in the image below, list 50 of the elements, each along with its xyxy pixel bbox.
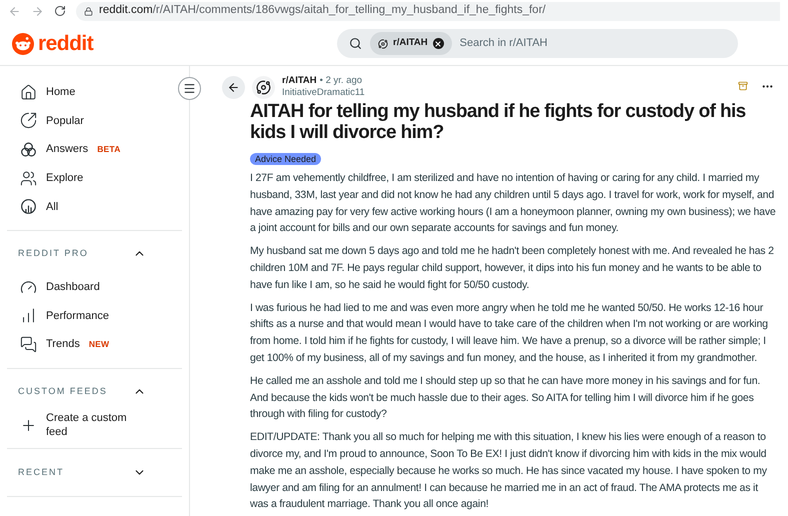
badge-label: NEW xyxy=(88,338,110,351)
search-icon xyxy=(349,37,362,50)
bar-chart-icon xyxy=(20,307,37,324)
chat-icon xyxy=(20,336,37,353)
post-paragraph: I 27F am vehemently childfree, I am sterilized and have no intention of having or caring for any child. I married my husband, 33M, last year and did not know he had any children until 5 days ago. I travel for work, work for myself, and have amazing pay for very few active working hours (I am a honeymoon planner, owning my own business); we have a joint account for bills and our own separate accounts for savings and fun money. xyxy=(250,171,776,236)
post-paragraph: He called me an asshole and told me I should step up so that he can have more money in his savings and for fun. And because the kids won't be much hassle due to their ages. So AITA for telling him I will divorce him if he goes through with filing for custody? xyxy=(250,374,762,422)
gauge-icon xyxy=(20,278,37,296)
sidebar-item[interactable]: Popular xyxy=(46,114,84,128)
post-paragraph: My husband sat me down 5 days ago and told me he hadn't been completely honest with me. And revealed he has 2 children 10M and 7F. He pays regular child support, however, it dips into his fun money and he wants to be able to have fun like I am, so he said he would fight for 50/50 custody. xyxy=(250,244,775,293)
circles-icon xyxy=(20,140,37,158)
people-icon xyxy=(20,170,37,187)
section-header[interactable]: CUSTOM FEEDS xyxy=(18,385,108,398)
menu-button[interactable] xyxy=(178,77,201,100)
remove-icon[interactable] xyxy=(432,38,444,49)
bar-chart-circle-icon xyxy=(20,198,37,216)
chip-label: r/AITAH xyxy=(393,36,428,50)
url-bar[interactable]: reddit.com/r/AITAH/comments/186vwgs/aitah_for_telling_my_husband_if_he_fights_for/ xyxy=(76,2,780,20)
sidebar-item[interactable]: Trends xyxy=(46,337,80,352)
sidebar-item[interactable]: All xyxy=(46,200,58,214)
back-arrow-icon xyxy=(227,81,240,94)
sidebar-item[interactable]: Dashboard xyxy=(46,280,100,294)
badge-label: BETA xyxy=(97,143,121,156)
post-paragraph: I was furious he had lied to me and was even more angry when he told me he wanted 50/50. He works 12-16 hour shifts as a nurse and that would mean I would have to take care of the children when I'm not working or are working from home. I told him if he fights for custody, I will leave him. We have a prenup, so a divorce will be rather simple; I get 100% of my business, all of my savings and fun money, and the house, as I inherited it from my grandmother. xyxy=(250,300,769,366)
lock-icon xyxy=(84,6,93,16)
sidebar-item[interactable]: Answers xyxy=(46,142,88,156)
subreddit-icon xyxy=(378,38,388,48)
sidebar-item[interactable]: Create a custom feed xyxy=(46,411,136,440)
subreddit-avatar[interactable] xyxy=(252,76,275,99)
sidebar-item[interactable]: Explore xyxy=(46,171,84,186)
logo-icon[interactable] xyxy=(12,32,34,54)
subreddit-link[interactable]: r/AITAH xyxy=(282,75,317,87)
archive-icon xyxy=(738,81,748,91)
search-input[interactable]: Search in r/AITAH xyxy=(460,35,738,52)
reload-icon[interactable] xyxy=(54,5,66,17)
sidebar-item[interactable]: Performance xyxy=(46,308,109,323)
section-header[interactable]: REDDIT PRO xyxy=(18,247,88,261)
post-flair[interactable]: Advice Needed xyxy=(250,153,322,165)
menu-icon xyxy=(183,82,196,95)
search-field[interactable]: r/AITAH Search in r/AITAH xyxy=(337,29,738,58)
post-title: AITAH for telling my husband if he fights for custody of his kids I will divorce him? xyxy=(250,101,747,143)
arrow-circle-icon xyxy=(20,112,37,130)
back-button[interactable] xyxy=(222,76,245,99)
sidebar-item[interactable]: Home xyxy=(46,85,76,100)
post-paragraph: EDIT/UPDATE: Thank you all so much for helping me with this situation, I knew his lies were enough of a reason to divorce my, and I'm proud to announce, Soon To Be EX! I just didn't know if divorcing him with kids in the mix would make me an asshole, especially because he works so much. He has since vacated my house. I have spoken to my lawyer and am filing for an annulment! I can because he married me in an act of fraud. The AMA protects me as it was a fraudulent marriage. Thank you all once again! xyxy=(250,430,768,512)
author-link[interactable]: InitiativeDramatic11 xyxy=(282,87,365,99)
home-icon xyxy=(20,84,37,101)
subreddit-chip[interactable]: r/AITAH xyxy=(370,32,452,55)
url-text: reddit.com/r/AITAH/comments/186vwgs/aitah_for_telling_my_husband_if_he_fights_for/ xyxy=(99,3,546,18)
section-header[interactable]: RECENT xyxy=(18,466,64,480)
post-age: • 2 yr. ago xyxy=(320,75,362,87)
